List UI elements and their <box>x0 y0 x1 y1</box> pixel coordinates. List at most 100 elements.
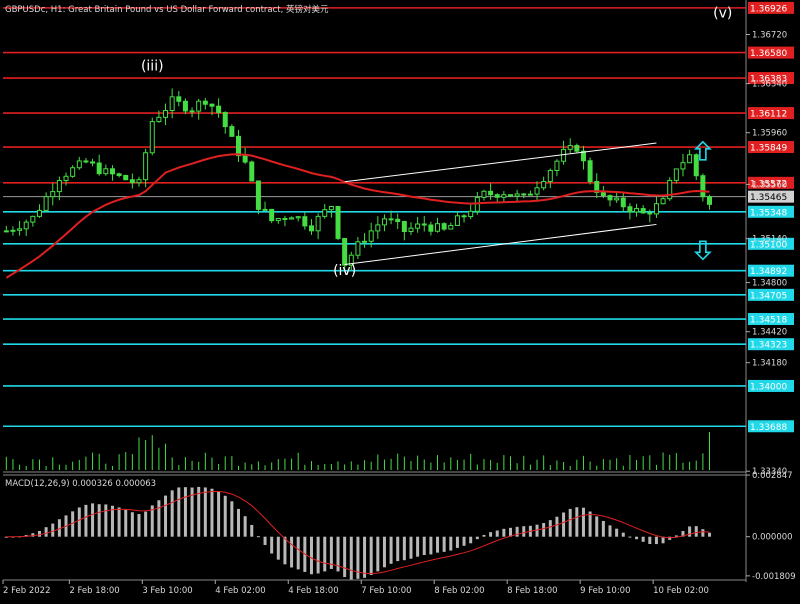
candle <box>196 98 202 120</box>
macd-histogram-bar <box>615 528 619 537</box>
candle <box>30 215 36 227</box>
candle-body <box>149 121 155 154</box>
candle <box>707 194 713 210</box>
candle-body <box>673 168 679 181</box>
macd-histogram-bar <box>210 488 214 537</box>
macd-histogram-bar <box>77 507 81 537</box>
resistance-level-price: 1.36580 <box>750 49 787 59</box>
time-tick-label: 7 Feb 10:00 <box>361 586 411 596</box>
macd-histogram-bar <box>442 536 446 552</box>
candle-body <box>368 230 374 242</box>
candle-body <box>408 227 414 233</box>
macd-histogram-bar <box>97 504 101 537</box>
price-chart[interactable]: 1.36926 1.36580 1.36383 1.36112 1.35849 1.355… <box>0 0 800 600</box>
candle <box>229 124 235 137</box>
price-tick-label: 1.35560 <box>752 180 787 190</box>
channel-upper-line[interactable] <box>344 142 657 183</box>
candle-body <box>136 179 142 184</box>
candle-body <box>693 154 699 177</box>
macd-histogram-bar <box>489 532 493 537</box>
macd-histogram-bar <box>270 536 274 554</box>
macd-histogram-bar <box>230 501 234 537</box>
candle <box>435 217 441 233</box>
candle-body <box>441 223 447 230</box>
candle <box>176 91 182 107</box>
candle <box>282 215 288 227</box>
candle <box>627 203 633 220</box>
candle <box>408 222 414 236</box>
macd-histogram-bar <box>237 508 241 537</box>
macd-histogram-bar <box>343 536 347 578</box>
macd-panel <box>4 486 712 580</box>
candle-body <box>308 225 314 232</box>
candle <box>136 176 142 187</box>
candle-body <box>435 223 441 232</box>
candle-body <box>660 198 666 205</box>
macd-histogram-bar <box>522 526 526 537</box>
candle-body <box>627 206 633 213</box>
macd-histogram-bar <box>462 536 466 546</box>
candle-body <box>342 237 348 266</box>
macd-histogram-bar <box>363 536 367 578</box>
macd-histogram-bar <box>296 536 300 570</box>
macd-histogram-bar <box>601 520 605 537</box>
time-tick-label: 2 Feb 2022 <box>3 586 51 596</box>
macd-histogram-bar <box>389 536 393 564</box>
candle <box>653 195 659 218</box>
macd-histogram-bar <box>482 534 486 537</box>
candle-body <box>567 145 573 150</box>
level-lines[interactable]: 1.369261.365801.363831.361121.358491.355… <box>3 1 794 433</box>
candle <box>448 222 454 230</box>
macd-histogram-bar <box>144 511 148 537</box>
macd-histogram-bar <box>402 536 406 561</box>
macd-histogram-bar <box>37 530 41 537</box>
candle-body <box>209 103 215 107</box>
macd-histogram-bar <box>648 536 652 544</box>
candle <box>222 111 228 134</box>
volume-bars <box>5 432 711 470</box>
macd-histogram-bar <box>104 504 108 537</box>
macd-histogram-bar <box>323 536 327 572</box>
macd-histogram-bar <box>495 530 499 537</box>
macd-histogram-bar <box>694 526 698 537</box>
price-tick-label: 1.34420 <box>752 328 787 338</box>
candle <box>129 173 135 189</box>
macd-histogram-bar <box>396 536 400 562</box>
macd-tick-label: 0.000000 <box>752 533 793 543</box>
candle-body <box>163 110 169 118</box>
macd-histogram-bar <box>475 536 479 540</box>
candle <box>163 103 169 126</box>
macd-histogram-bar <box>688 526 692 537</box>
price-tick-label: 1.34800 <box>752 279 787 289</box>
candle-body <box>607 195 613 201</box>
candle <box>680 153 686 177</box>
candle-body <box>634 208 640 213</box>
candle-body <box>454 215 460 226</box>
candle <box>507 194 513 197</box>
candle-body <box>76 160 82 169</box>
candle <box>242 147 248 165</box>
candle-body <box>202 100 208 105</box>
macd-histogram-bar <box>170 490 174 537</box>
macd-histogram-bar <box>416 536 420 557</box>
candle-body <box>30 215 36 223</box>
candle <box>700 173 706 202</box>
time-tick-label: 2 Feb 18:00 <box>69 586 119 596</box>
candle-body <box>561 148 567 162</box>
candle-body <box>56 180 62 193</box>
macd-histogram-bar <box>469 536 473 544</box>
chart-canvas[interactable]: 1.369261.365801.363831.361121.358491.355… <box>0 0 800 600</box>
candle-body <box>109 168 115 175</box>
macd-histogram-bar <box>409 536 413 559</box>
macd-histogram-bar <box>588 511 592 537</box>
macd-histogram-bar <box>502 528 506 537</box>
candle <box>269 208 275 224</box>
time-tick-label: 10 Feb 02:00 <box>653 586 709 596</box>
candle <box>109 165 115 181</box>
candle-body <box>468 210 474 218</box>
macd-histogram-bar <box>130 512 134 537</box>
chart-title: GBPUSDc, H1: Great Britain Pound vs US D… <box>5 4 329 15</box>
candle-body <box>521 193 527 196</box>
candle-body <box>3 230 9 233</box>
wave-label: (v) <box>713 6 732 22</box>
